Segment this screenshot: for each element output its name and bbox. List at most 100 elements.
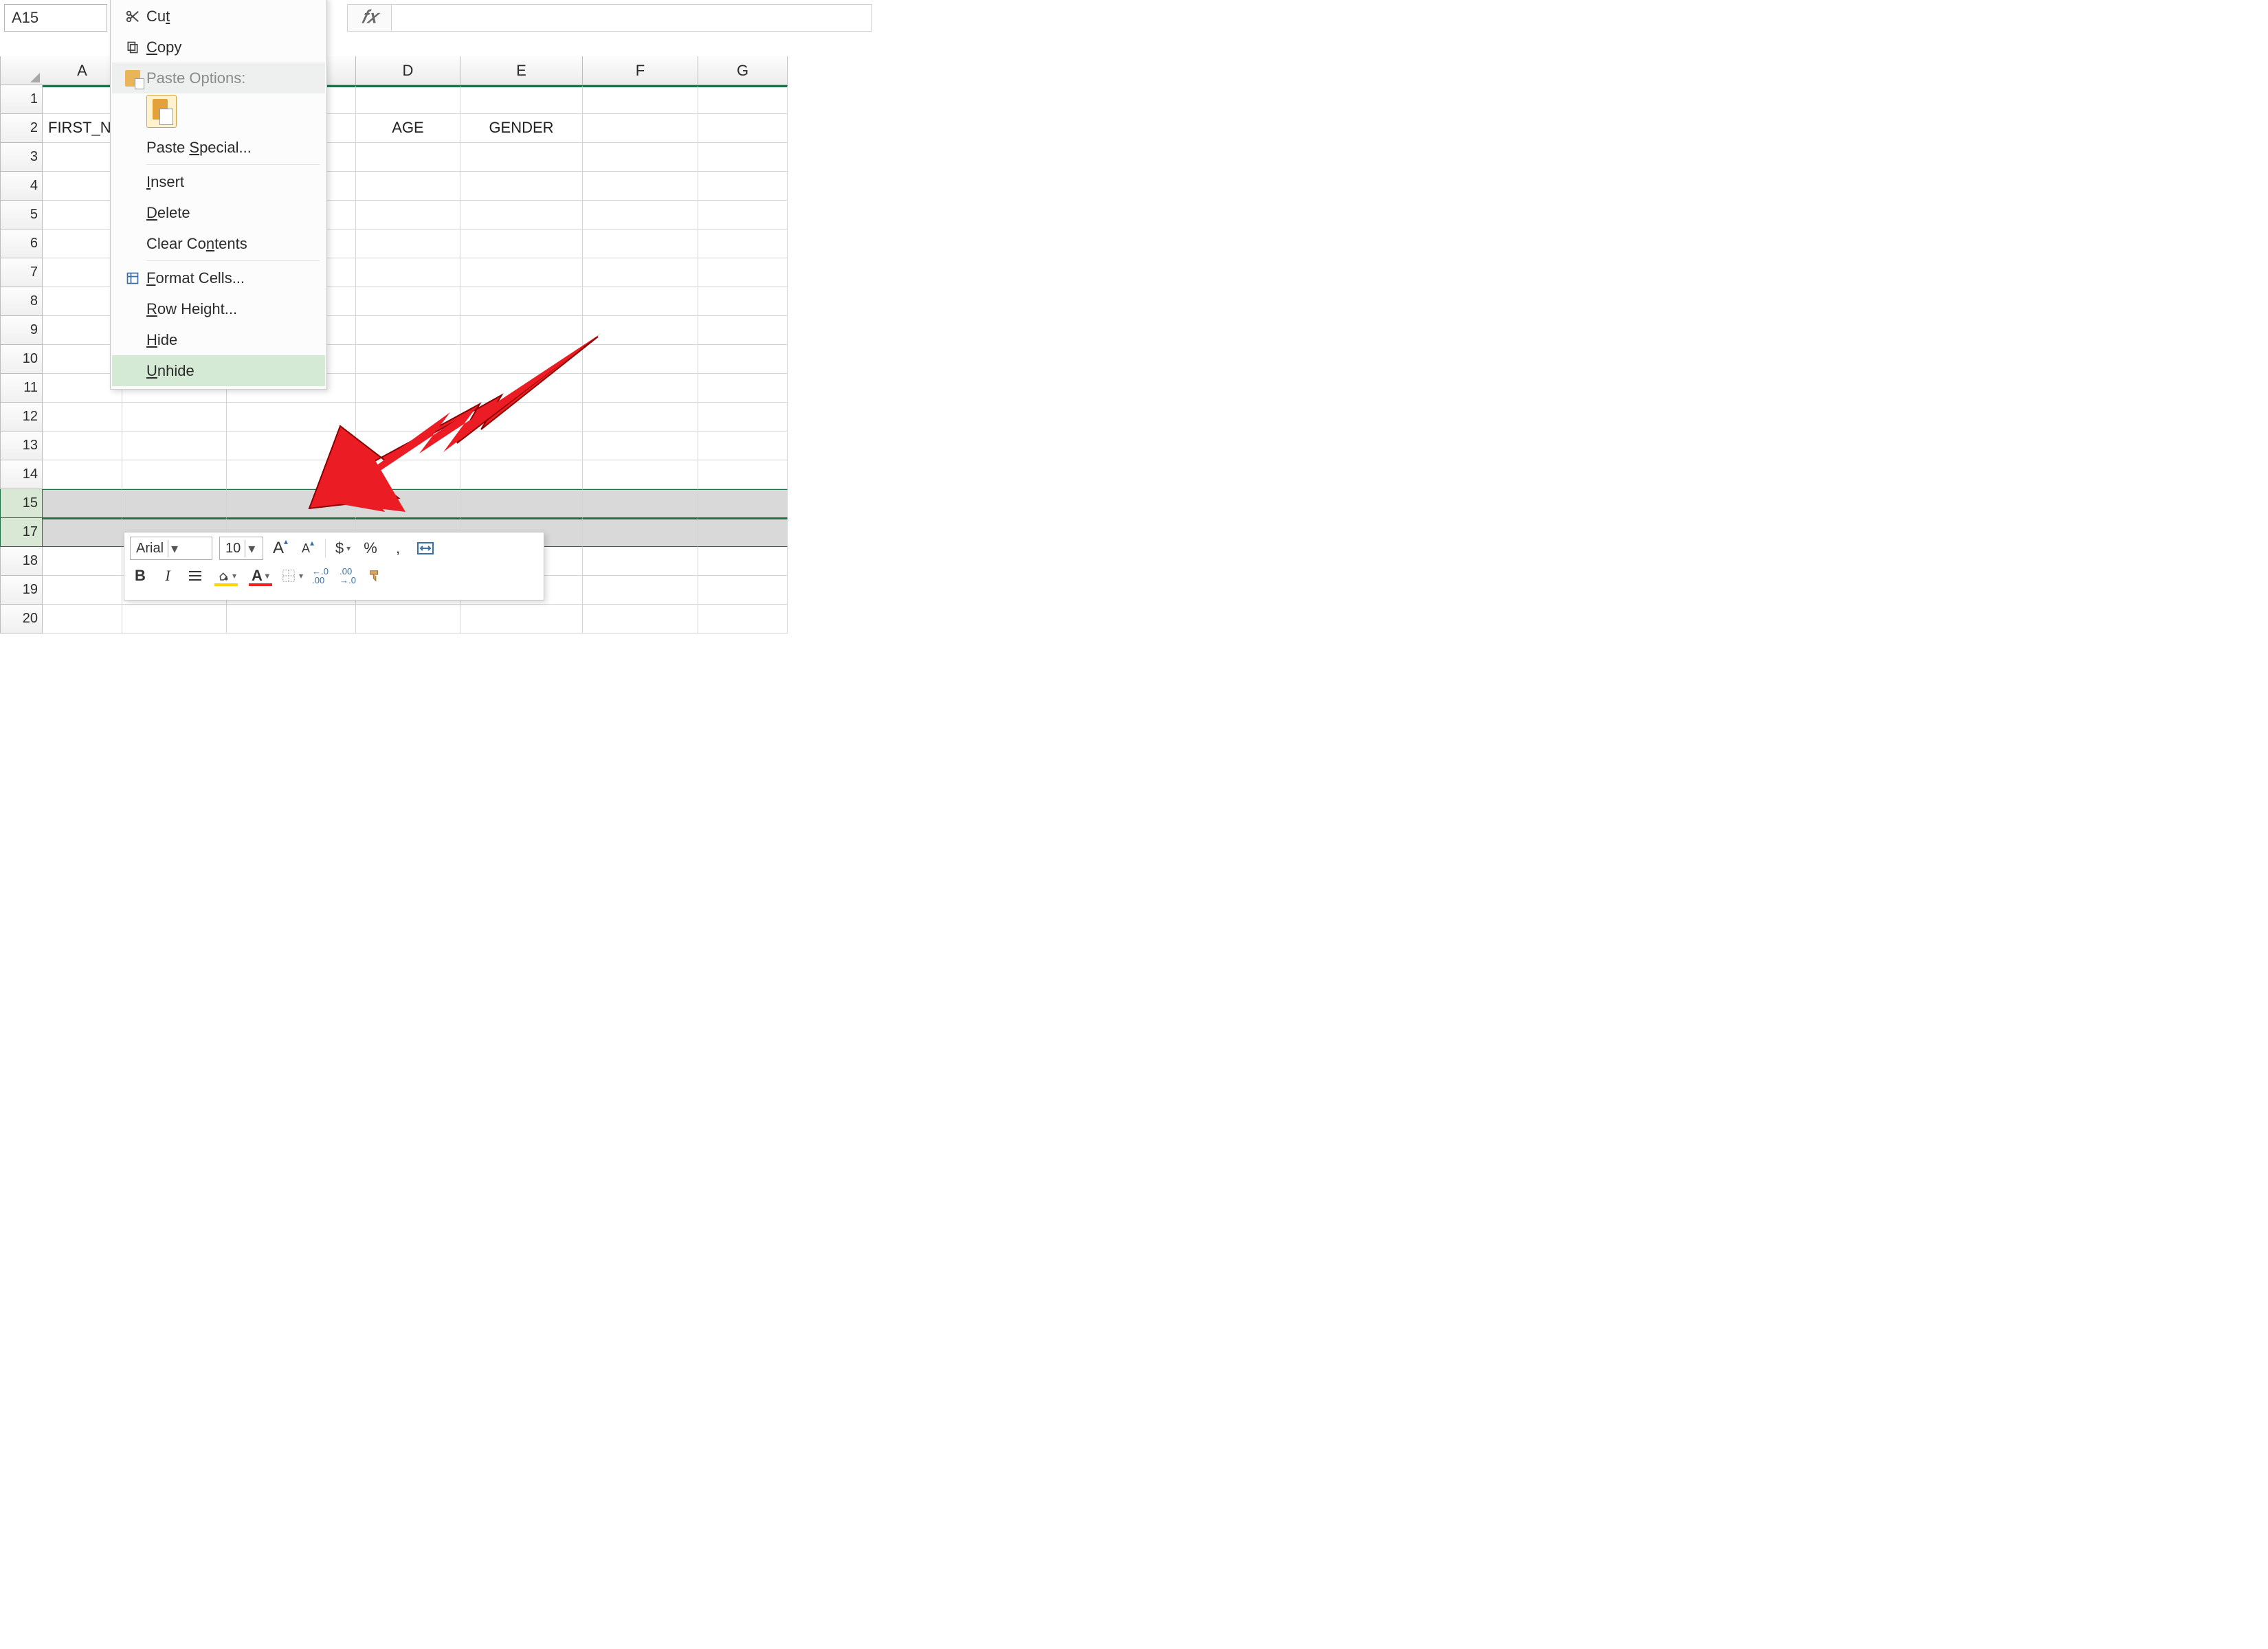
cell-F6[interactable]: [583, 229, 698, 258]
fill-color-button[interactable]: [212, 564, 240, 587]
cell-F13[interactable]: [583, 431, 698, 460]
cell-C20[interactable]: [227, 605, 356, 633]
cell-E15[interactable]: [460, 489, 583, 518]
format-painter-button[interactable]: [365, 564, 386, 587]
row-header-18[interactable]: 18: [0, 547, 43, 576]
row-header-2[interactable]: 2: [0, 114, 43, 143]
cell-E2[interactable]: GENDER: [460, 114, 583, 143]
cell-D15[interactable]: [356, 489, 460, 518]
cell-D1[interactable]: [356, 85, 460, 114]
cell-B20[interactable]: [122, 605, 227, 633]
cell-D11[interactable]: [356, 374, 460, 403]
cell-F18[interactable]: [583, 547, 698, 576]
cell-E5[interactable]: [460, 201, 583, 229]
cell-F20[interactable]: [583, 605, 698, 633]
cell-A20[interactable]: [43, 605, 122, 633]
menu-format-cells[interactable]: Format Cells...: [112, 262, 325, 293]
merge-center-button[interactable]: [415, 537, 436, 560]
menu-insert[interactable]: Insert: [112, 166, 325, 197]
cell-E13[interactable]: [460, 431, 583, 460]
increase-decimal-button[interactable]: .00→.0: [337, 564, 358, 587]
cell-E1[interactable]: [460, 85, 583, 114]
column-header-D[interactable]: D: [356, 56, 460, 85]
menu-cut[interactable]: Cut: [112, 1, 325, 32]
menu-unhide[interactable]: Unhide: [112, 355, 325, 386]
row-header-19[interactable]: 19: [0, 576, 43, 605]
menu-row-height[interactable]: Row Height...: [112, 293, 325, 324]
cell-B13[interactable]: [122, 431, 227, 460]
cell-F8[interactable]: [583, 287, 698, 316]
cell-E4[interactable]: [460, 172, 583, 201]
cell-F7[interactable]: [583, 258, 698, 287]
cell-F5[interactable]: [583, 201, 698, 229]
cell-G15[interactable]: [698, 489, 788, 518]
cell-D7[interactable]: [356, 258, 460, 287]
grow-font-button[interactable]: A▴: [270, 537, 291, 560]
cell-E11[interactable]: [460, 374, 583, 403]
cell-G4[interactable]: [698, 172, 788, 201]
cell-D10[interactable]: [356, 345, 460, 374]
cell-D5[interactable]: [356, 201, 460, 229]
italic-button[interactable]: I: [157, 564, 178, 587]
cell-G6[interactable]: [698, 229, 788, 258]
cell-G14[interactable]: [698, 460, 788, 489]
cell-F15[interactable]: [583, 489, 698, 518]
cell-A17[interactable]: [43, 518, 122, 547]
cell-F3[interactable]: [583, 143, 698, 172]
cell-G7[interactable]: [698, 258, 788, 287]
align-button[interactable]: [185, 564, 205, 587]
cell-D6[interactable]: [356, 229, 460, 258]
bold-button[interactable]: B: [130, 564, 151, 587]
cell-A13[interactable]: [43, 431, 122, 460]
cell-G12[interactable]: [698, 403, 788, 431]
cell-G9[interactable]: [698, 316, 788, 345]
row-header-6[interactable]: 6: [0, 229, 43, 258]
cell-C12[interactable]: [227, 403, 356, 431]
row-header-17[interactable]: 17: [0, 518, 43, 547]
cell-G20[interactable]: [698, 605, 788, 633]
column-header-E[interactable]: E: [460, 56, 583, 85]
currency-button[interactable]: $: [333, 537, 353, 560]
cell-F1[interactable]: [583, 85, 698, 114]
row-header-15[interactable]: 15: [0, 489, 43, 518]
percent-button[interactable]: %: [360, 537, 381, 560]
menu-delete[interactable]: Delete: [112, 197, 325, 228]
comma-button[interactable]: ,: [388, 537, 408, 560]
row-header-3[interactable]: 3: [0, 143, 43, 172]
cell-D14[interactable]: [356, 460, 460, 489]
cell-D3[interactable]: [356, 143, 460, 172]
cell-E20[interactable]: [460, 605, 583, 633]
shrink-font-button[interactable]: A▴: [298, 537, 318, 560]
cell-G11[interactable]: [698, 374, 788, 403]
cell-A14[interactable]: [43, 460, 122, 489]
decrease-decimal-button[interactable]: ←.0.00: [310, 564, 331, 587]
cell-E3[interactable]: [460, 143, 583, 172]
cell-E12[interactable]: [460, 403, 583, 431]
cell-D20[interactable]: [356, 605, 460, 633]
row-header-7[interactable]: 7: [0, 258, 43, 287]
row-header-9[interactable]: 9: [0, 316, 43, 345]
cell-B15[interactable]: [122, 489, 227, 518]
cell-E14[interactable]: [460, 460, 583, 489]
cell-D13[interactable]: [356, 431, 460, 460]
cell-F4[interactable]: [583, 172, 698, 201]
cell-A12[interactable]: [43, 403, 122, 431]
cell-F19[interactable]: [583, 576, 698, 605]
menu-paste-special[interactable]: Paste Special...: [112, 132, 325, 163]
cell-D4[interactable]: [356, 172, 460, 201]
row-header-11[interactable]: 11: [0, 374, 43, 403]
cell-F17[interactable]: [583, 518, 698, 547]
cell-A15[interactable]: [43, 489, 122, 518]
select-all-corner[interactable]: [0, 56, 43, 85]
cell-B12[interactable]: [122, 403, 227, 431]
cell-G2[interactable]: [698, 114, 788, 143]
cell-G17[interactable]: [698, 518, 788, 547]
cell-G1[interactable]: [698, 85, 788, 114]
cell-G5[interactable]: [698, 201, 788, 229]
cell-E6[interactable]: [460, 229, 583, 258]
borders-button[interactable]: [281, 564, 303, 587]
cell-F12[interactable]: [583, 403, 698, 431]
paste-option-default[interactable]: [146, 95, 177, 128]
font-color-button[interactable]: A: [247, 564, 274, 587]
cell-G19[interactable]: [698, 576, 788, 605]
